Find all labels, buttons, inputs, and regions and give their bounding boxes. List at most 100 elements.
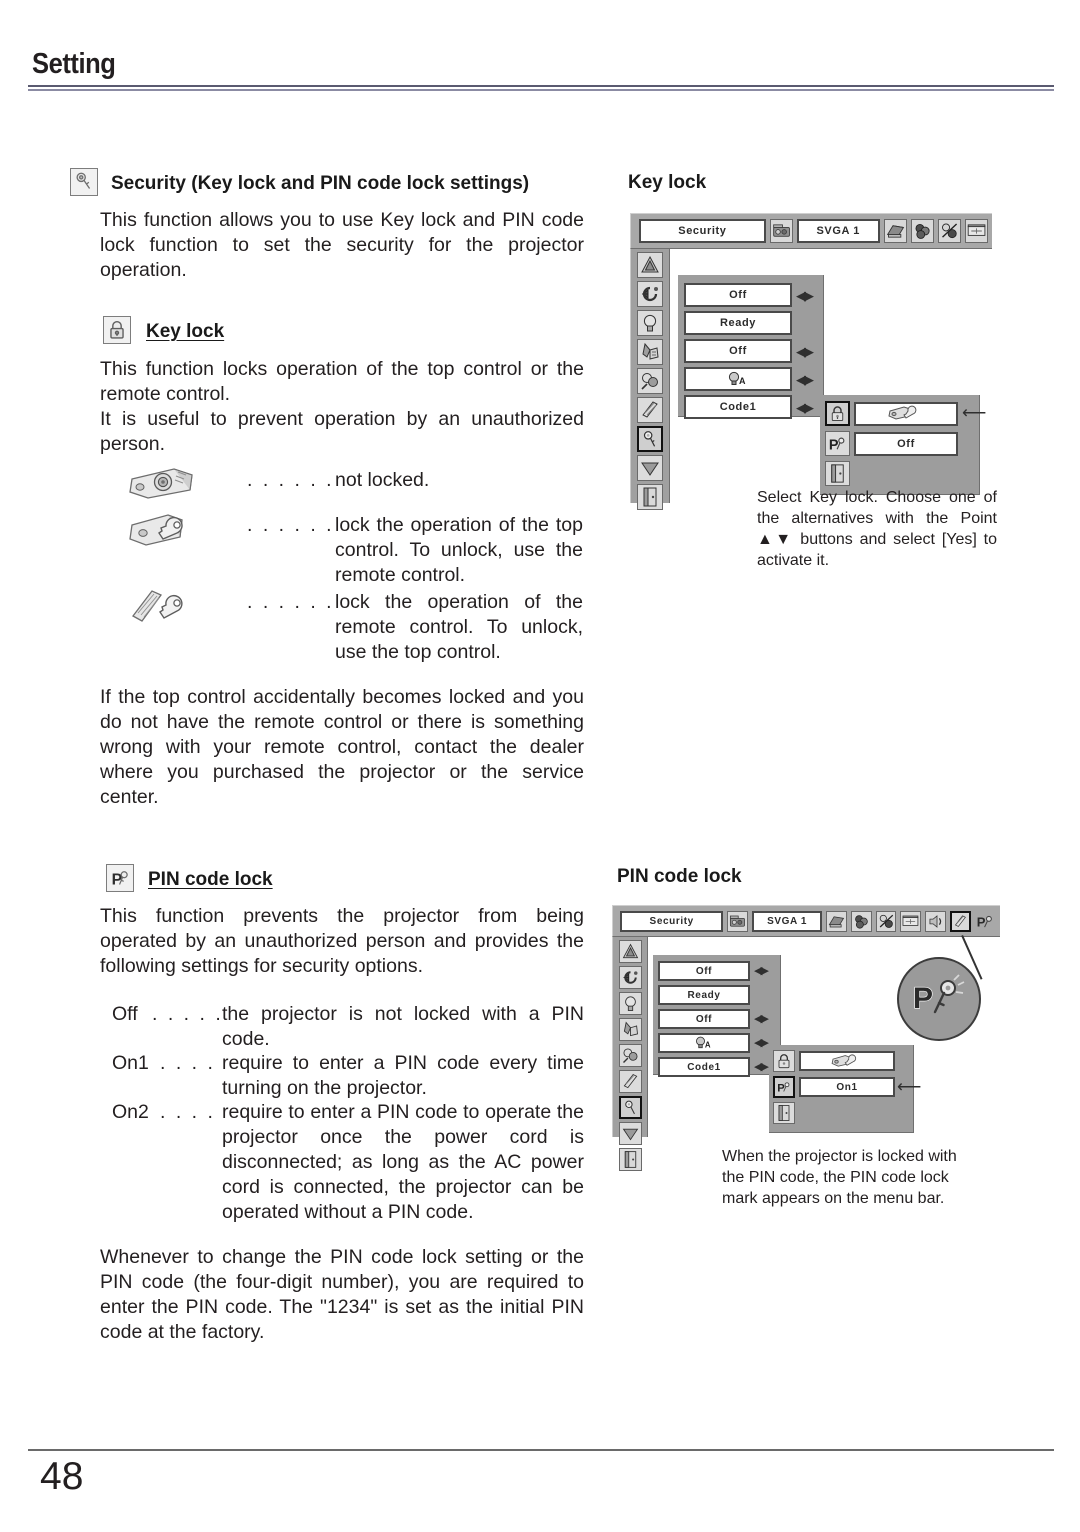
security-icon[interactable] [637,426,663,452]
fan-control-icon[interactable] [618,1044,642,1067]
page-number: 48 [40,1455,84,1498]
osd-pincode-value[interactable]: Off [854,431,958,456]
security-icon[interactable] [618,1096,642,1119]
warning-log-icon[interactable] [618,1070,642,1093]
filter-counter-icon[interactable] [618,1018,642,1041]
projector-key-icon [831,1053,863,1070]
svg-text:A: A [705,1040,711,1049]
osd-row-1-value[interactable]: Off [684,283,792,307]
image-adjust-icon[interactable] [937,219,961,243]
osd-row-3-arrows[interactable]: ◀▶ [754,1013,769,1025]
lamp-control-icon[interactable] [618,992,642,1015]
image-select-icon[interactable] [850,910,872,932]
osd-row-3-value[interactable]: Off [658,1009,750,1029]
pin-key-icon[interactable]: P [773,1076,795,1098]
osd-row-5: Code1 ◀▶ [684,395,814,419]
osd-menu-bar: Security SVGA 1 [630,213,992,249]
pin-key-icon: P [909,972,969,1027]
auto-setup-icon[interactable] [637,281,663,307]
osd-row-4-value[interactable]: A [684,367,792,391]
pin-code-lock-mark-magnifier: P [897,957,981,1041]
image-select-icon[interactable] [910,219,934,243]
padlock-icon[interactable] [825,401,850,426]
manual-page: Setting Security (Key lock and PIN code … [0,0,1080,1532]
key-icon [70,168,98,196]
pin-code-lock-closing: Whenever to change the PIN code lock set… [100,1246,584,1343]
osd-row-2-value[interactable]: Ready [684,311,792,335]
osd-row-5-arrows[interactable]: ◀▶ [796,401,814,414]
pc-adjust-icon[interactable] [883,219,907,243]
header-rule-lower [28,89,1054,91]
osd-sidebar [612,937,648,1171]
header-rule-upper [28,85,1054,87]
osd-row-1-arrows[interactable]: ◀▶ [796,289,814,302]
osd-keylock-value[interactable] [854,401,958,426]
filter-counter-icon[interactable] [637,339,663,365]
projector-key-icon [888,404,924,423]
quit-icon[interactable] [773,1102,795,1124]
osd-subrow-pincode: P On1 ⟵ [773,1076,921,1098]
pin-code-lock-heading: PIN code lock [148,869,273,890]
screen-icon[interactable] [964,219,989,243]
sound-icon[interactable] [925,910,947,932]
pin-code-lock-osd-screenshot: Security SVGA 1 P Off ◀▶ Ready Off ◀▶ A … [612,905,1000,1171]
option-text-on2: require to enter a PIN code to operate t… [222,1101,584,1223]
pin-key-icon: P [106,864,134,892]
key-lock-paragraph-1: This function locks operation of the top… [100,358,584,405]
legend-dots-2: . . . . . . [247,514,335,536]
warning-log-icon[interactable] [637,397,663,423]
legend-text-2: lock the operation of the top control. T… [335,514,583,586]
osd-row-3: Off ◀▶ [684,339,814,363]
setting-icon[interactable] [950,910,972,932]
pin-key-icon[interactable]: P [825,431,850,456]
screen-icon[interactable] [900,910,922,932]
quit-icon[interactable] [825,461,850,486]
quit-icon[interactable] [637,484,663,510]
lamp-control-icon[interactable] [637,310,663,336]
option-key-off: Off [112,1003,138,1025]
fan-control-icon[interactable] [637,368,663,394]
osd-subrow-keylock [773,1050,895,1072]
key-lock-paragraph-2: It is useful to prevent operation by an … [100,408,584,455]
osd-pincode-value[interactable]: On1 [799,1077,895,1097]
input-icon[interactable] [727,910,749,932]
osd-menu-label[interactable]: Security [639,219,766,243]
osd-row-4-arrows[interactable]: ◀▶ [754,1037,769,1049]
osd-row-3-arrows[interactable]: ◀▶ [796,345,814,358]
lamp-a-icon: A [694,1035,714,1052]
osd-row-1-value[interactable]: Off [658,961,750,981]
language-icon[interactable] [637,252,663,278]
language-icon[interactable] [618,940,642,963]
osd-menu-label[interactable]: Security [620,910,724,932]
down-arrow-icon[interactable] [637,455,663,481]
legend-dots-1: . . . . . . [247,469,335,491]
osd-row-4-arrows[interactable]: ◀▶ [796,373,814,386]
svg-text:P: P [829,437,839,453]
osd-row-5-arrows[interactable]: ◀▶ [754,1061,769,1073]
osd-source-label[interactable]: SVGA 1 [752,910,822,932]
input-icon[interactable] [769,219,793,243]
osd-source-label[interactable]: SVGA 1 [796,219,880,243]
key-lock-figure-title: Key lock [628,172,707,193]
image-adjust-icon[interactable] [875,910,897,932]
svg-text:P: P [977,914,986,929]
osd-row-1-arrows[interactable]: ◀▶ [754,965,769,977]
osd-pointer-arrow-keylock: ⟵ [962,403,987,422]
osd-row-2-value[interactable]: Ready [658,985,750,1005]
osd-row-5-value[interactable]: Code1 [658,1057,750,1077]
padlock-icon[interactable] [773,1050,795,1072]
pc-adjust-icon[interactable] [825,910,847,932]
osd-keylock-value[interactable] [799,1051,895,1071]
osd-row-4: A ◀▶ [684,367,814,391]
osd-row-3-value[interactable]: Off [684,339,792,363]
security-paragraph: This function allows you to use Key lock… [100,209,584,281]
lamp-a-icon: A [727,370,749,389]
auto-setup-icon[interactable] [618,966,642,989]
down-arrow-icon[interactable] [618,1122,642,1145]
projector-key-icon [126,508,198,552]
quit-icon[interactable] [618,1148,642,1171]
osd-subrow-pincode: P Off [825,431,958,456]
legend-text-1: not locked. [335,469,430,491]
osd-row-5-value[interactable]: Code1 [684,395,792,419]
osd-row-4-value[interactable]: A [658,1033,750,1053]
